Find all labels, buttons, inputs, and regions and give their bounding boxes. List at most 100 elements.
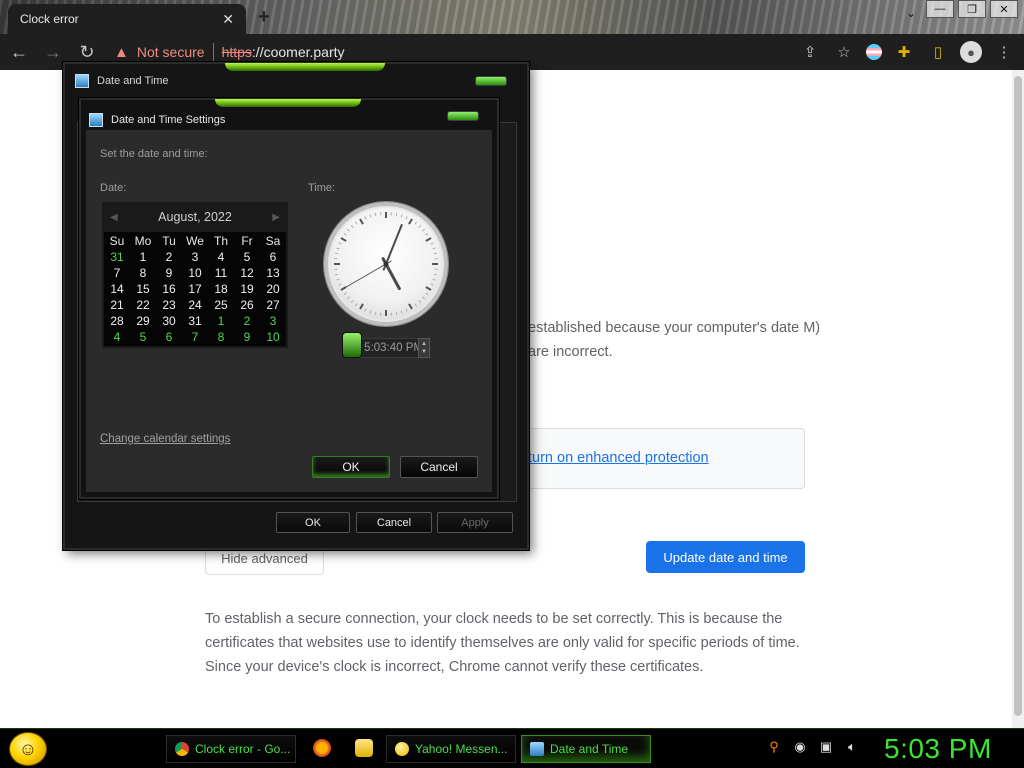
calendar-day[interactable]: 6 <box>260 249 286 265</box>
time-spinner[interactable]: ▲ ▼ <box>418 338 430 358</box>
calendar-day[interactable]: 9 <box>234 329 260 345</box>
minute-tick <box>422 296 425 300</box>
spin-down-icon[interactable]: ▼ <box>421 348 427 356</box>
calendar-day[interactable]: 14 <box>104 281 130 297</box>
spin-up-icon[interactable]: ▲ <box>421 340 427 348</box>
calendar-day[interactable]: 10 <box>182 265 208 281</box>
side-panel-icon[interactable]: ▯ <box>926 38 950 66</box>
menu-icon[interactable]: ⋮ <box>992 38 1016 66</box>
change-calendar-settings-link[interactable]: Change calendar settings <box>100 433 230 445</box>
update-date-time-button[interactable]: Update date and time <box>646 541 805 573</box>
calendar-day[interactable]: 18 <box>208 281 234 297</box>
calendar-day[interactable]: 23 <box>156 297 182 313</box>
calendar-day[interactable]: 7 <box>104 265 130 281</box>
minute-tick <box>418 225 422 228</box>
close-icon[interactable] <box>447 111 479 121</box>
calendar-day[interactable]: 27 <box>260 297 286 313</box>
calendar-day[interactable]: 4 <box>208 249 234 265</box>
weekday-header: Tu <box>162 234 176 248</box>
taskbar-item-date-time[interactable]: Date and Time <box>521 735 651 763</box>
volume-icon[interactable]: 🔈︎ <box>844 739 860 755</box>
taskbar-clock[interactable]: 5:03 PM <box>884 733 992 765</box>
calendar-day[interactable]: 6 <box>156 329 182 345</box>
outer-cancel-button[interactable]: Cancel <box>356 512 432 533</box>
calendar-day[interactable]: 11 <box>208 265 234 281</box>
calendar-day[interactable]: 31 <box>182 313 208 329</box>
taskbar-item-yahoo[interactable]: Yahoo! Messen... <box>386 735 516 763</box>
tab-title: Clock error <box>20 12 79 26</box>
firefox-icon[interactable] <box>313 739 331 757</box>
calendar-day[interactable]: 15 <box>130 281 156 297</box>
close-icon[interactable] <box>475 76 507 86</box>
calendar-day[interactable]: 22 <box>130 297 156 313</box>
start-button[interactable]: ☺ <box>9 732 47 766</box>
previous-month-icon[interactable]: ◀ <box>110 212 118 223</box>
minimize-button[interactable]: — <box>926 0 954 18</box>
minute-tick <box>433 273 437 276</box>
calendar-day[interactable]: 31 <box>104 249 130 265</box>
month-year-label[interactable]: August, 2022 <box>158 210 232 224</box>
outer-ok-button[interactable]: OK <box>276 512 350 533</box>
calendar-day[interactable]: 25 <box>208 297 234 313</box>
folder-icon[interactable] <box>355 739 373 757</box>
calendar-day[interactable]: 3 <box>260 313 286 329</box>
minute-tick <box>430 283 434 286</box>
calendar-day[interactable]: 26 <box>234 297 260 313</box>
calendar-day[interactable]: 1 <box>130 249 156 265</box>
browser-tab[interactable]: Clock error ✕ <box>8 4 246 34</box>
calendar-day[interactable]: 10 <box>260 329 286 345</box>
profile-flag-icon[interactable] <box>866 44 882 60</box>
calendar-day[interactable]: 24 <box>182 297 208 313</box>
calendar-day[interactable]: 8 <box>208 329 234 345</box>
divider <box>212 43 214 61</box>
toolbar-actions: ⇪ ☆ ✚ ▯ ● ⋮ <box>798 38 1016 66</box>
calendar-day[interactable]: 20 <box>260 281 286 297</box>
cancel-button[interactable]: Cancel <box>400 456 478 478</box>
calendar-day[interactable]: 8 <box>130 265 156 281</box>
calendar-day[interactable]: 5 <box>234 249 260 265</box>
calendar-day[interactable]: 3 <box>182 249 208 265</box>
bookmark-star-icon[interactable]: ☆ <box>832 38 856 66</box>
url-text[interactable]: https://coomer.party <box>222 44 345 60</box>
calendar-day[interactable]: 2 <box>156 249 182 265</box>
calendar-day[interactable]: 16 <box>156 281 182 297</box>
calendar-day[interactable]: 17 <box>182 281 208 297</box>
calendar-day[interactable]: 13 <box>260 265 286 281</box>
extensions-icon[interactable]: ✚ <box>892 38 916 66</box>
calendar-day[interactable]: 7 <box>182 329 208 345</box>
scrollbar[interactable] <box>1012 70 1024 728</box>
taskbar: ☺ Clock error - Go... Yahoo! Messen... D… <box>0 728 1024 768</box>
calendar-day[interactable]: 29 <box>130 313 156 329</box>
calendar-day[interactable]: 19 <box>234 281 260 297</box>
back-arrow-icon[interactable]: ← <box>4 37 34 67</box>
scrollbar-thumb[interactable] <box>1014 76 1022 716</box>
calendar-day[interactable]: 2 <box>234 313 260 329</box>
url-host: ://coomer.party <box>251 44 345 60</box>
share-icon[interactable]: ⇪ <box>798 38 822 66</box>
network-icon[interactable]: ▣ <box>818 739 834 755</box>
calendar-day[interactable]: 1 <box>208 313 234 329</box>
ok-button[interactable]: OK <box>312 456 390 478</box>
calendar-day[interactable]: 30 <box>156 313 182 329</box>
avatar[interactable]: ● <box>960 41 982 63</box>
maximize-button[interactable]: ❐ <box>958 0 986 18</box>
calendar-day[interactable]: 4 <box>104 329 130 345</box>
next-month-icon[interactable]: ▶ <box>272 212 280 223</box>
status-icon[interactable]: ◉ <box>792 739 808 755</box>
enhanced-protection-link[interactable]: turn on enhanced protection <box>528 450 709 466</box>
taskbar-item-chrome[interactable]: Clock error - Go... <box>166 735 296 763</box>
minute-tick <box>414 303 417 307</box>
calendar-clock-icon <box>75 74 89 88</box>
calendar-day[interactable]: 21 <box>104 297 130 313</box>
close-tab-icon[interactable]: ✕ <box>222 11 234 28</box>
not-secure-label[interactable]: Not secure <box>137 44 205 60</box>
calendar-day[interactable]: 12 <box>234 265 260 281</box>
search-icon[interactable]: ⚲ <box>766 739 782 755</box>
close-window-button[interactable]: ✕ <box>990 0 1018 18</box>
calendar-day[interactable]: 28 <box>104 313 130 329</box>
tab-search-chevron-icon[interactable]: ⌄ <box>906 6 916 20</box>
apply-button[interactable]: Apply <box>437 512 513 533</box>
calendar-day[interactable]: 5 <box>130 329 156 345</box>
new-tab-button[interactable]: + <box>258 6 270 29</box>
calendar-day[interactable]: 9 <box>156 265 182 281</box>
